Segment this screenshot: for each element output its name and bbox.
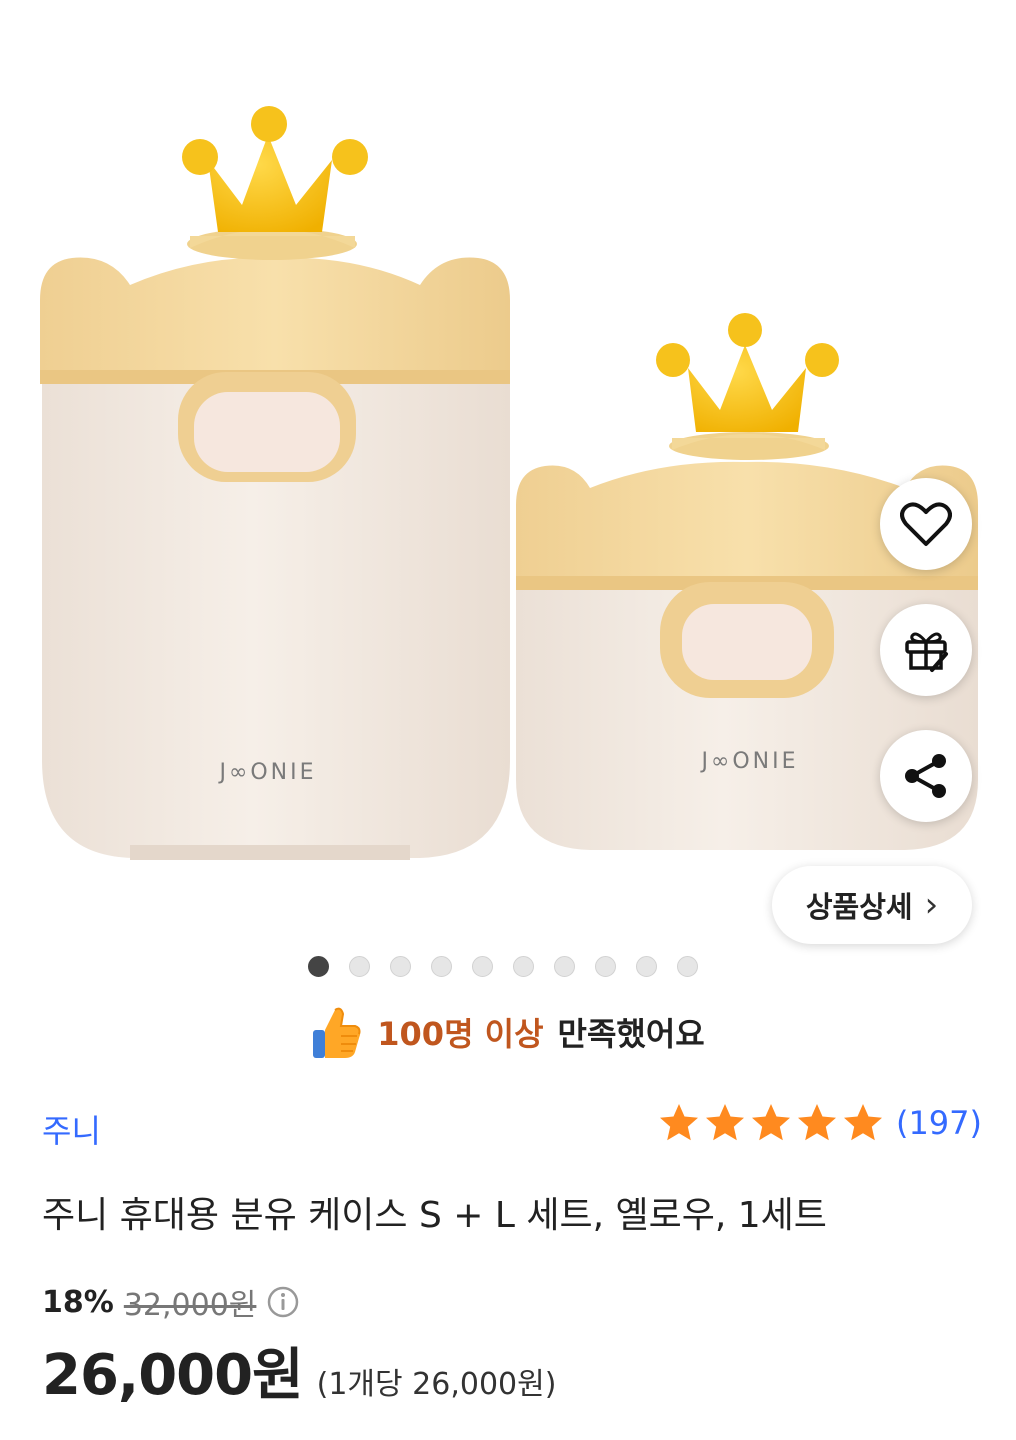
unit-price: (1개당 26,000원) [316,1367,557,1402]
discount-rate: 18% [42,1284,114,1320]
star-icon [797,1104,836,1141]
carousel-dot[interactable] [595,956,616,977]
gift-button[interactable] [880,604,972,696]
satisfaction-banner: 100명 이상 만족했어요 [0,1000,1016,1064]
small-logo: J∞ONIE [700,749,799,774]
product-detail-label: 상품상세 [805,890,913,924]
rating-summary[interactable]: (197) [658,1102,982,1144]
gift-icon [905,632,948,672]
review-count[interactable]: (197) [896,1104,982,1142]
share-button[interactable] [880,730,972,822]
product-image[interactable]: J∞ONIE J∞ONIE 상품상세 › [0,0,1016,950]
star-icon [659,1104,698,1141]
carousel-dot[interactable] [513,956,534,977]
star-icon [705,1104,744,1141]
carousel-dot[interactable] [308,956,329,977]
carousel-dot[interactable] [677,956,698,977]
large-logo: J∞ONIE [218,760,317,785]
wishlist-button[interactable] [880,478,972,570]
product-photo: J∞ONIE J∞ONIE [40,106,978,860]
satisfaction-highlight: 100명 이상 [377,1015,544,1053]
satisfaction-text: 만족했어요 [557,1015,705,1053]
star-rating [658,1102,884,1144]
price-row: 26,000원 (1개당 26,000원) [42,1330,556,1411]
thumbs-up-icon [313,1007,361,1058]
discount-row: 18% 32,000원 [42,1280,300,1324]
star-icon [751,1104,790,1141]
heart-icon [900,502,952,546]
star-icon [843,1104,882,1141]
carousel-dot[interactable] [554,956,575,977]
product-title: 주니 휴대용 분유 케이스 S + L 세트, 옐로우, 1세트 [42,1195,827,1236]
carousel-dot[interactable] [349,956,370,977]
original-price: 32,000원 [123,1288,257,1323]
carousel-dot[interactable] [472,956,493,977]
product-detail-button[interactable]: 상품상세 › [772,866,972,944]
brand-link[interactable]: 주니 [42,1106,101,1152]
carousel-dot[interactable] [390,956,411,977]
sale-price: 26,000원 [42,1343,304,1408]
share-icon [905,754,946,798]
carousel-indicator[interactable] [308,956,698,977]
chevron-right-icon: › [924,885,939,925]
carousel-dot[interactable] [431,956,452,977]
carousel-dot[interactable] [636,956,657,977]
large-container: J∞ONIE [40,106,510,860]
info-icon[interactable] [266,1285,300,1319]
